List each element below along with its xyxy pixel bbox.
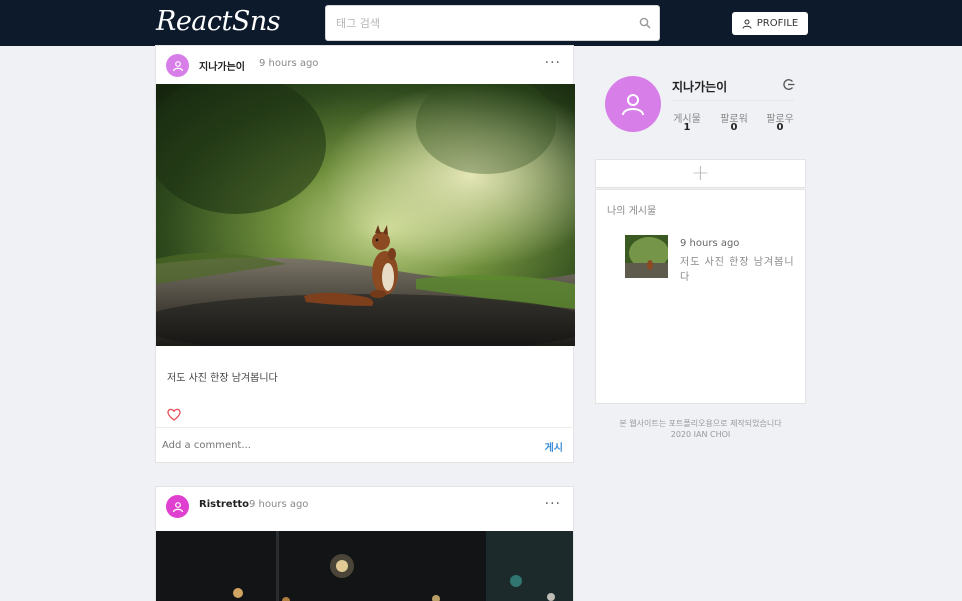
profile-divider [672, 100, 794, 101]
profile-avatar[interactable] [605, 76, 661, 132]
post-image [156, 531, 573, 601]
user-icon [742, 19, 752, 29]
my-post-thumbnail[interactable] [625, 235, 668, 278]
post-card: 지나가는이 9 hours ago ··· 저도 사진 한장 남겨봅니다 Add… [155, 45, 575, 463]
stat-value-followers[interactable]: 0 [714, 122, 754, 133]
top-navbar: ReactSns PROFILE [0, 0, 962, 46]
post-author[interactable]: 지나가는이 [199, 58, 245, 73]
footer-copyright: 2020 IAN CHOI [670, 430, 731, 439]
comment-input[interactable] [162, 436, 522, 454]
my-posts-panel: 나의 게시물 9 hours ago 저도 사진 한장 남겨봅니다 [595, 189, 806, 404]
tag-search-input[interactable] [326, 6, 626, 40]
user-icon [172, 501, 183, 512]
search-icon[interactable] [639, 17, 651, 29]
post-time: 9 hours ago [249, 499, 309, 510]
user-icon [172, 60, 183, 71]
post-caption: 저도 사진 한장 남겨봅니다 [167, 373, 278, 384]
profile-button-label: PROFILE [756, 18, 799, 29]
stat-value-posts: 1 [683, 122, 691, 133]
heart-icon[interactable] [167, 408, 181, 421]
plus-icon: + [691, 160, 710, 186]
stat-value-following[interactable]: 0 [760, 122, 800, 133]
profile-button[interactable]: PROFILE [732, 12, 808, 35]
logo[interactable]: ReactSns [156, 6, 281, 37]
post-author[interactable]: Ristretto [199, 499, 249, 510]
my-posts-title: 나의 게시물 [607, 206, 657, 217]
logout-icon[interactable] [782, 78, 795, 91]
my-post-caption[interactable]: 저도 사진 한장 남겨봅니다 [680, 255, 795, 285]
more-options-icon[interactable]: ··· [545, 496, 561, 512]
avatar[interactable] [166, 54, 189, 77]
post-time: 9 hours ago [259, 58, 319, 69]
add-post-button[interactable]: + [595, 159, 806, 188]
search-box [325, 5, 660, 41]
avatar[interactable] [166, 495, 189, 518]
footer-notice: 본 웹사이트는 포트폴리오용으로 제작되었습니다 [619, 419, 782, 428]
post-card: Ristretto 9 hours ago ··· [155, 486, 574, 601]
post-image [156, 84, 575, 346]
more-options-icon[interactable]: ··· [545, 55, 561, 71]
comment-divider [156, 427, 575, 428]
comment-submit-button[interactable]: 게시 [545, 439, 563, 454]
post-header: 지나가는이 9 hours ago ··· [156, 46, 573, 84]
my-post-time: 9 hours ago [680, 238, 740, 249]
post-header: Ristretto 9 hours ago ··· [156, 487, 573, 525]
user-icon [622, 94, 644, 116]
profile-username: 지나가는이 [672, 80, 728, 94]
